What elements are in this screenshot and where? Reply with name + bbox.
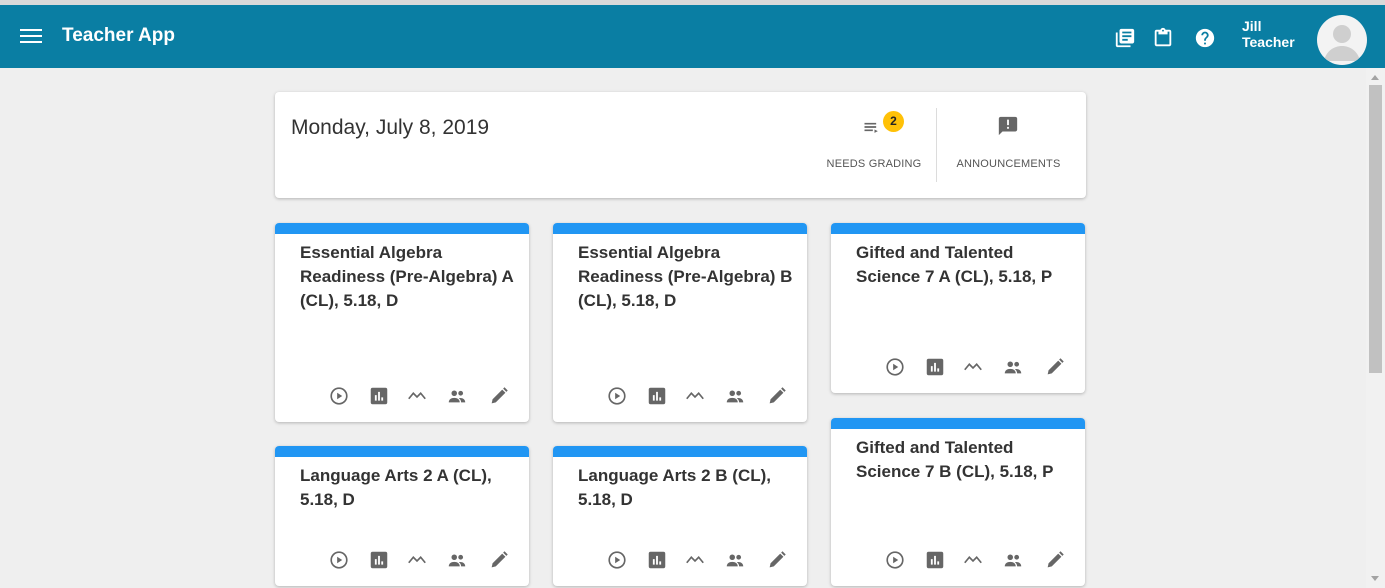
course-title[interactable]: Gifted and Talented Science 7 B (CL), 5.… xyxy=(856,436,1071,484)
avatar-icon[interactable] xyxy=(1317,15,1367,65)
course-title[interactable]: Essential Algebra Readiness (Pre-Algebra… xyxy=(578,241,793,313)
date-summary-card: Monday, July 8, 2019 2 NEEDS GRADING ANN… xyxy=(275,92,1086,198)
course-card[interactable]: Gifted and Talented Science 7 A (CL), 5.… xyxy=(831,223,1085,393)
course-actions xyxy=(606,549,796,571)
divider xyxy=(936,108,937,182)
edit-icon[interactable] xyxy=(1044,549,1066,571)
bar-chart-icon[interactable] xyxy=(646,385,668,407)
course-title[interactable]: Essential Algebra Readiness (Pre-Algebra… xyxy=(300,241,515,313)
course-color-stripe xyxy=(831,418,1085,429)
trending-icon[interactable] xyxy=(962,356,984,378)
needs-grading-badge: 2 xyxy=(883,111,904,132)
user-first-name: Jill xyxy=(1242,18,1262,34)
people-icon[interactable] xyxy=(724,385,746,407)
course-title[interactable]: Gifted and Talented Science 7 A (CL), 5.… xyxy=(856,241,1071,289)
course-title[interactable]: Language Arts 2 A (CL), 5.18, D xyxy=(300,464,515,512)
people-icon[interactable] xyxy=(1002,356,1024,378)
announcements-label: ANNOUNCEMENTS xyxy=(956,158,1061,170)
bar-chart-icon[interactable] xyxy=(924,549,946,571)
announcement-icon xyxy=(997,115,1019,137)
course-card[interactable]: Language Arts 2 B (CL), 5.18, D xyxy=(553,446,807,586)
edit-icon[interactable] xyxy=(488,385,510,407)
play-circle-icon[interactable] xyxy=(884,549,906,571)
playlist-icon xyxy=(862,117,882,137)
course-actions xyxy=(884,356,1074,378)
people-icon[interactable] xyxy=(724,549,746,571)
course-title[interactable]: Language Arts 2 B (CL), 5.18, D xyxy=(578,464,793,512)
bar-chart-icon[interactable] xyxy=(924,356,946,378)
scroll-up-arrow[interactable] xyxy=(1371,75,1379,80)
play-circle-icon[interactable] xyxy=(328,385,350,407)
edit-icon[interactable] xyxy=(766,385,788,407)
needs-grading-label: NEEDS GRADING xyxy=(826,158,922,170)
bar-chart-icon[interactable] xyxy=(368,549,390,571)
edit-icon[interactable] xyxy=(766,549,788,571)
scroll-down-arrow[interactable] xyxy=(1371,576,1379,581)
people-icon[interactable] xyxy=(446,385,468,407)
course-color-stripe xyxy=(275,223,529,234)
user-name[interactable]: Jill Teacher xyxy=(1242,18,1306,50)
bar-chart-icon[interactable] xyxy=(646,549,668,571)
people-icon[interactable] xyxy=(446,549,468,571)
library-books-icon[interactable] xyxy=(1114,27,1136,49)
trending-icon[interactable] xyxy=(684,549,706,571)
needs-grading-button[interactable]: 2 NEEDS GRADING xyxy=(819,92,929,198)
help-icon[interactable] xyxy=(1194,27,1216,49)
current-date: Monday, July 8, 2019 xyxy=(291,116,490,139)
trending-icon[interactable] xyxy=(962,549,984,571)
scroll-thumb[interactable] xyxy=(1369,85,1382,373)
course-actions xyxy=(606,385,796,407)
play-circle-icon[interactable] xyxy=(884,356,906,378)
play-circle-icon[interactable] xyxy=(606,549,628,571)
course-actions xyxy=(328,385,518,407)
bar-chart-icon[interactable] xyxy=(368,385,390,407)
play-circle-icon[interactable] xyxy=(606,385,628,407)
course-color-stripe xyxy=(831,223,1085,234)
top-app-bar: Teacher App Jill Teacher xyxy=(0,0,1385,68)
clipboard-icon[interactable] xyxy=(1152,27,1174,49)
trending-icon[interactable] xyxy=(406,385,428,407)
edit-icon[interactable] xyxy=(1044,356,1066,378)
trending-icon[interactable] xyxy=(406,549,428,571)
course-card[interactable]: Essential Algebra Readiness (Pre-Algebra… xyxy=(275,223,529,422)
course-card[interactable]: Gifted and Talented Science 7 B (CL), 5.… xyxy=(831,418,1085,586)
course-card[interactable]: Language Arts 2 A (CL), 5.18, D xyxy=(275,446,529,586)
edit-icon[interactable] xyxy=(488,549,510,571)
course-actions xyxy=(884,549,1074,571)
play-circle-icon[interactable] xyxy=(328,549,350,571)
course-color-stripe xyxy=(553,223,807,234)
course-color-stripe xyxy=(275,446,529,457)
trending-icon[interactable] xyxy=(684,385,706,407)
user-last-name: Teacher xyxy=(1242,34,1295,50)
people-icon[interactable] xyxy=(1002,549,1024,571)
vertical-scrollbar[interactable] xyxy=(1366,68,1385,588)
course-card[interactable]: Essential Algebra Readiness (Pre-Algebra… xyxy=(553,223,807,422)
course-actions xyxy=(328,549,518,571)
announcements-button[interactable]: ANNOUNCEMENTS xyxy=(951,92,1066,198)
course-color-stripe xyxy=(553,446,807,457)
app-title: Teacher App xyxy=(62,25,175,46)
menu-icon[interactable] xyxy=(20,26,42,46)
